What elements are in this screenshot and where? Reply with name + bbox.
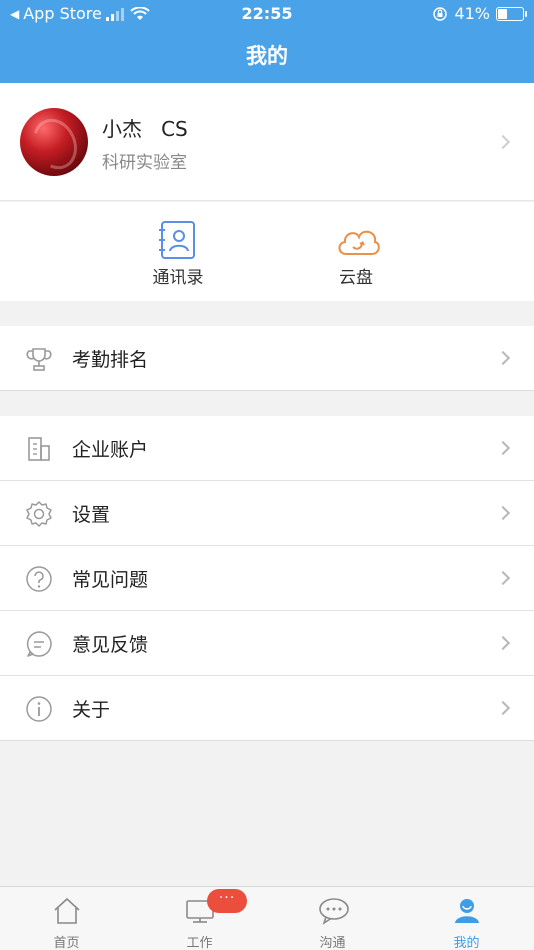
chat-icon (319, 898, 349, 925)
menu-item-settings[interactable]: 设置 (0, 481, 534, 546)
status-bar: ◀ App Store 22:55 41% (0, 0, 534, 28)
profile-card[interactable]: 小杰 CS 科研实验室 (0, 83, 534, 201)
tab-label: 工作 (186, 936, 213, 950)
quick-actions: 通讯录 云盘 (0, 202, 534, 301)
menu-item-enterprise-account[interactable]: 企业账户 (0, 416, 534, 481)
menu-item-label: 考勤排名 (72, 349, 149, 371)
tab-home[interactable]: 首页 (0, 887, 133, 950)
home-icon (54, 897, 80, 924)
feedback-icon (26, 631, 52, 657)
menu-item-label: 企业账户 (72, 439, 149, 461)
chevron-right-icon (495, 505, 511, 521)
info-icon (26, 696, 52, 722)
trophy-icon (26, 348, 52, 371)
top-bar: ◀ App Store 22:55 41% 我的 (0, 0, 534, 83)
menu-item-label: 设置 (72, 504, 111, 526)
menu-group-ranking: 考勤排名 (0, 326, 534, 391)
menu-item-feedback[interactable]: 意见反馈 (0, 611, 534, 676)
tab-label: 首页 (53, 936, 80, 950)
person-icon (455, 899, 479, 923)
tab-bar: 首页 工作 沟通 我的 (0, 886, 534, 950)
profile-org: 科研实验室 (102, 153, 187, 173)
chevron-right-icon (495, 635, 511, 651)
avatar (20, 108, 88, 176)
menu-item-label: 关于 (72, 699, 111, 721)
chevron-right-icon (495, 700, 511, 716)
building-icon (28, 437, 50, 461)
chevron-right-icon (495, 350, 511, 366)
quick-action-label: 通讯录 (152, 268, 204, 288)
question-icon (26, 566, 52, 592)
chevron-right-icon (495, 570, 511, 586)
chevron-right-icon (495, 134, 511, 150)
chevron-right-icon (495, 440, 511, 456)
gear-icon (26, 501, 52, 527)
orientation-lock-icon (433, 6, 448, 21)
menu-item-about[interactable]: 关于 (0, 676, 534, 741)
cloud-icon (338, 230, 380, 255)
battery-icon (496, 6, 527, 21)
tab-me[interactable]: 我的 (400, 887, 533, 950)
work-notification-badge: ··· (207, 889, 247, 913)
quick-action-contacts[interactable]: 通讯录 (128, 202, 228, 301)
page-title: 我的 (246, 44, 288, 68)
menu-item-faq[interactable]: 常见问题 (0, 546, 534, 611)
tab-label: 沟通 (319, 936, 346, 950)
quick-action-cloud[interactable]: 云盘 (306, 202, 406, 301)
menu-item-attendance-ranking[interactable]: 考勤排名 (0, 326, 534, 391)
contacts-icon (159, 221, 195, 259)
tab-chat[interactable]: 沟通 (266, 887, 399, 950)
battery-percent: 41% (454, 4, 490, 23)
menu-item-label: 常见问题 (72, 569, 149, 591)
menu-item-label: 意见反馈 (72, 634, 149, 656)
profile-name: 小杰 CS (102, 117, 188, 141)
tab-label: 我的 (453, 936, 480, 950)
menu-group-main: 企业账户 设置 常见问题 意见反馈 关于 (0, 416, 534, 741)
quick-action-label: 云盘 (339, 268, 373, 288)
status-right: 41% (432, 4, 527, 23)
